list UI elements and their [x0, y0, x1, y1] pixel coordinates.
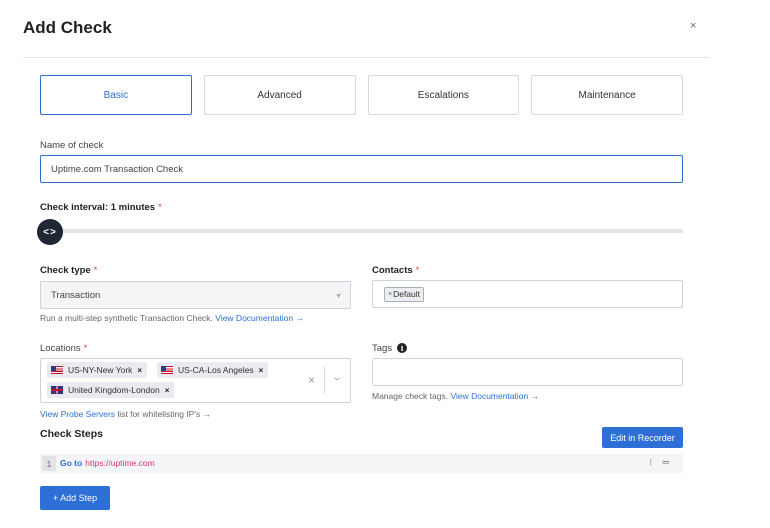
- close-icon[interactable]: ×: [690, 20, 696, 32]
- location-chip: United Kingdom-London ×: [47, 382, 175, 398]
- tab-bar: Basic Advanced Escalations Maintenance: [40, 75, 683, 115]
- step-text: Go to https://uptime.com: [60, 458, 155, 468]
- check-type-select[interactable]: Transaction ▼: [40, 281, 351, 309]
- step-command: Go to: [60, 458, 83, 468]
- required-mark: *: [93, 265, 98, 276]
- tags-text: Tags: [372, 343, 393, 354]
- step-target: https://uptime.com: [85, 458, 155, 468]
- remove-location-icon[interactable]: ×: [165, 386, 170, 395]
- remove-location-icon[interactable]: ×: [259, 366, 264, 375]
- locations-label: Locations *: [40, 343, 87, 354]
- check-type-helper-text: Run a multi-step synthetic Transaction C…: [40, 313, 213, 323]
- tab-basic[interactable]: Basic: [40, 75, 192, 115]
- required-mark: *: [415, 265, 420, 276]
- info-icon[interactable]: i: [397, 343, 408, 354]
- tags-helper-text: Manage check tags.: [372, 391, 449, 401]
- chevron-down-icon[interactable]: ⌄: [331, 372, 342, 383]
- location-chip-label: United Kingdom-London: [68, 385, 160, 395]
- tags-doc-link[interactable]: View Documentation →: [450, 391, 539, 401]
- name-of-check-value: Uptime.com Transaction Check: [51, 163, 183, 175]
- name-of-check-label: Name of check: [40, 140, 104, 151]
- tags-helper: Manage check tags. View Documentation →: [372, 391, 539, 401]
- contacts-label: Contacts *: [372, 265, 419, 276]
- tab-escalations[interactable]: Escalations: [367, 75, 520, 115]
- interval-slider-track[interactable]: [50, 229, 683, 233]
- us-flag-icon: [51, 366, 63, 374]
- tab-maintenance[interactable]: Maintenance: [531, 75, 683, 115]
- check-interval-text: Check interval: 1 minutes: [40, 202, 156, 213]
- check-steps-title: Check Steps: [40, 428, 104, 440]
- contacts-input[interactable]: × Default: [372, 280, 683, 308]
- required-mark: *: [83, 343, 88, 354]
- check-interval-label: Check interval: 1 minutes *: [40, 202, 162, 213]
- locations-separator: [324, 366, 325, 394]
- dialog-title: Add Check: [23, 18, 112, 37]
- tab-advanced[interactable]: Advanced: [203, 75, 356, 115]
- location-chip: US-NY-New York ×: [47, 362, 148, 378]
- step-row[interactable]: 1 Go to https://uptime.com ⁝ ═: [40, 454, 683, 473]
- probe-servers-link[interactable]: View Probe Servers: [40, 409, 115, 419]
- locations-helper-text: list for whitelisting IP's →: [117, 409, 212, 419]
- remove-chip-icon[interactable]: ×: [388, 291, 392, 298]
- clear-icon[interactable]: ×: [308, 373, 315, 387]
- location-chip: US-CA-Los Angeles ×: [157, 362, 269, 378]
- location-chip-label: US-CA-Los Angeles: [178, 365, 254, 375]
- name-of-check-input[interactable]: Uptime.com Transaction Check: [40, 155, 683, 183]
- edit-in-recorder-button[interactable]: Edit in Recorder: [602, 427, 683, 448]
- interval-slider-handle[interactable]: <>: [37, 219, 63, 245]
- check-type-value: Transaction: [51, 289, 101, 301]
- check-type-text: Check type: [40, 265, 91, 276]
- remove-location-icon[interactable]: ×: [137, 366, 142, 375]
- locations-helper: View Probe Servers list for whitelisting…: [40, 409, 211, 419]
- contacts-text: Contacts: [372, 265, 413, 276]
- tags-input[interactable]: [372, 358, 683, 386]
- contact-chip-default: × Default: [384, 286, 425, 302]
- step-number: 1: [42, 456, 56, 471]
- uk-flag-icon: [51, 386, 63, 394]
- dropdown-arrow-icon: ▼: [335, 293, 342, 300]
- tags-label: Tags i: [372, 343, 408, 354]
- check-type-helper: Run a multi-step synthetic Transaction C…: [40, 313, 304, 323]
- add-step-button[interactable]: + Add Step: [40, 486, 110, 510]
- required-mark: *: [158, 202, 162, 213]
- check-type-doc-link[interactable]: View Documentation →: [215, 313, 304, 323]
- header-divider: [23, 57, 710, 58]
- drag-handle-icon[interactable]: ⁝ ═: [649, 457, 673, 468]
- check-type-label: Check type *: [40, 265, 97, 276]
- contact-chip-label: Default: [393, 289, 421, 299]
- us-flag-icon: [161, 366, 173, 374]
- locations-text: Locations: [40, 343, 81, 354]
- location-chip-label: US-NY-New York: [68, 365, 133, 375]
